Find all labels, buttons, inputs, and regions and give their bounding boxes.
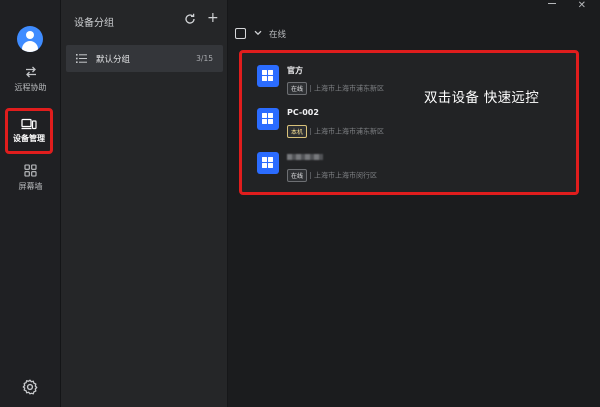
device-meta: 在线 上海市上海市闵行区 [287, 165, 377, 184]
status-badge: 在线 [287, 82, 308, 95]
swap-arrows-icon [25, 66, 36, 78]
device-location: 上海市上海市浦东新区 [314, 84, 385, 93]
device-icon [21, 118, 37, 130]
rail-item-label: 远程协助 [14, 83, 47, 92]
device-name: 官方 [287, 66, 303, 75]
rail-item-label: 屏幕墙 [18, 182, 43, 191]
status-badge: 本机 [287, 125, 308, 138]
rail-item-remote-assist[interactable]: 远程协助 [0, 66, 61, 93]
add-group-button[interactable]: + [207, 11, 219, 25]
status-filter[interactable]: 在线 [269, 28, 286, 40]
device-location: 上海市上海市浦东新区 [314, 127, 385, 136]
group-panel-title: 设备分组 [74, 18, 114, 29]
select-all-checkbox[interactable] [235, 28, 246, 39]
device-item[interactable]: 在线 上海市上海市闵行区 [257, 152, 457, 182]
chevron-down-icon[interactable] [254, 30, 262, 36]
windows-icon [257, 65, 279, 87]
close-icon[interactable]: ✕ [578, 0, 586, 11]
device-name: PC-002 [287, 108, 319, 117]
user-avatar[interactable] [17, 26, 43, 52]
gear-icon[interactable] [21, 378, 39, 396]
rail-item-device-management[interactable]: 设备管理 [5, 108, 53, 154]
group-panel: 设备分组 + 默认分组 3/15 [61, 0, 228, 407]
device-list: 官方 在线 上海市上海市浦东新区 PC-002 本机 上海市上海市浦东新区 在线 上海… [239, 50, 579, 195]
device-name-redacted [287, 154, 323, 160]
group-item-count: 3/15 [196, 54, 213, 63]
device-item[interactable]: PC-002 本机 上海市上海市浦东新区 [257, 108, 457, 138]
rail-item-screen-wall[interactable]: 屏幕墙 [0, 164, 61, 192]
device-meta: 在线 上海市上海市浦东新区 [287, 78, 384, 97]
group-item-name: 默认分组 [96, 55, 131, 65]
minimize-button[interactable] [548, 3, 556, 4]
refresh-icon[interactable] [184, 13, 196, 25]
status-badge: 在线 [287, 169, 308, 182]
device-meta: 本机 上海市上海市浦东新区 [287, 121, 384, 140]
device-list-area: ✕ 在线 官方 在线 上海市上海市浦东新区 PC-002 本机 上海市上海市浦东新区 [228, 0, 600, 407]
nav-rail: 远程协助 设备管理 屏幕墙 [0, 0, 61, 407]
windows-icon [257, 108, 279, 130]
group-item-default[interactable]: 默认分组 3/15 [66, 45, 223, 72]
device-location: 上海市上海市闵行区 [314, 171, 378, 180]
list-icon [76, 54, 87, 63]
windows-icon [257, 152, 279, 174]
rail-item-label: 设备管理 [13, 134, 45, 143]
hint-text: 双击设备 快速远控 [424, 90, 539, 106]
grid-icon [24, 164, 37, 177]
